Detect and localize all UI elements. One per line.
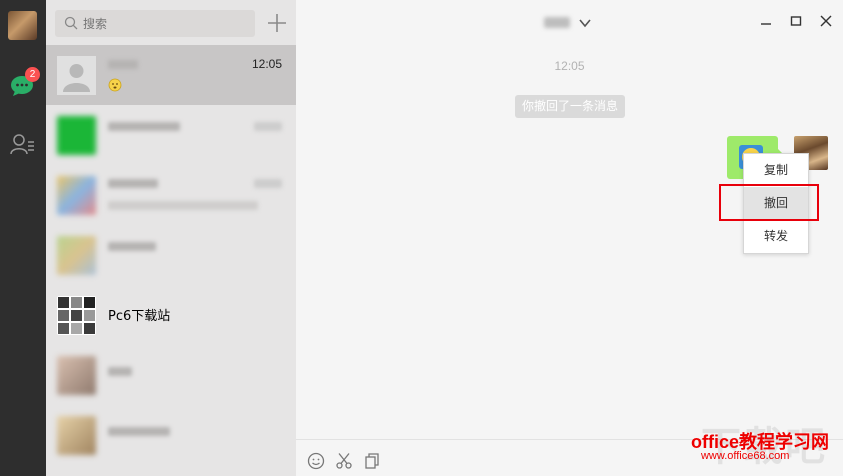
blurred-name — [108, 60, 138, 69]
contacts-icon[interactable] — [9, 132, 35, 156]
blurred-name — [108, 179, 158, 188]
conversation-item[interactable] — [46, 105, 296, 165]
blurred-avatar — [57, 356, 96, 395]
highlight-annotation — [719, 184, 819, 221]
emoji-icon — [108, 78, 122, 92]
minimize-icon[interactable] — [758, 13, 774, 29]
chevron-down-icon[interactable] — [578, 17, 592, 29]
menu-item-copy[interactable]: 复制 — [744, 154, 808, 187]
conversation-item[interactable] — [46, 345, 296, 405]
watermark: office教程学习网 www.office68.com — [690, 428, 829, 462]
blurred-avatar — [57, 236, 96, 275]
blurred-chat-title — [544, 17, 570, 28]
blurred-time — [254, 122, 282, 131]
menu-item-forward[interactable]: 转发 — [744, 220, 808, 253]
conversation-items: 12:05 Pc6下载站 — [46, 45, 296, 465]
search-box[interactable] — [55, 10, 255, 37]
default-avatar — [57, 56, 96, 95]
file-icon[interactable] — [363, 452, 381, 470]
conversation-list: 12:05 — [46, 0, 296, 476]
unread-badge: 2 — [25, 67, 40, 82]
blurred-avatar — [57, 416, 96, 455]
close-icon[interactable] — [818, 13, 834, 29]
search-input[interactable] — [83, 10, 251, 37]
maximize-icon[interactable] — [788, 13, 804, 29]
watermark-main: office教程学习网 — [690, 432, 829, 452]
watermark-sub: www.office68.com — [700, 450, 790, 462]
search-area — [46, 0, 296, 45]
blurred-preview — [108, 201, 258, 210]
blurred-name — [108, 122, 180, 131]
blurred-time — [254, 179, 282, 188]
person-icon — [57, 56, 96, 95]
group-avatar — [57, 296, 96, 335]
chat-header — [296, 0, 843, 45]
conversation-item[interactable] — [46, 225, 296, 285]
conversation-item[interactable] — [46, 165, 296, 225]
conversation-item[interactable]: 12:05 — [46, 45, 296, 105]
blurred-avatar — [57, 116, 96, 155]
blurred-name — [108, 427, 170, 436]
blurred-name — [108, 367, 132, 376]
chat-panel: 12:05 你撤回了一条消息 复制 撤回 转发 — [296, 0, 843, 476]
plus-icon[interactable] — [266, 12, 288, 34]
my-avatar[interactable] — [8, 11, 37, 40]
conversation-item[interactable] — [46, 405, 296, 465]
blurred-name — [108, 242, 156, 251]
conversation-name: Pc6下载站 — [108, 309, 171, 324]
conversation-time: 12:05 — [251, 57, 282, 71]
message-timestamp: 12:05 — [554, 59, 585, 73]
emoji-button-icon[interactable] — [307, 452, 325, 470]
scissors-icon[interactable] — [335, 452, 353, 470]
icon-rail: 2 — [0, 0, 46, 476]
search-icon — [64, 16, 78, 30]
blurred-avatar — [57, 176, 96, 215]
conversation-item[interactable]: Pc6下载站 — [46, 285, 296, 345]
recall-notice: 你撤回了一条消息 — [515, 95, 626, 118]
